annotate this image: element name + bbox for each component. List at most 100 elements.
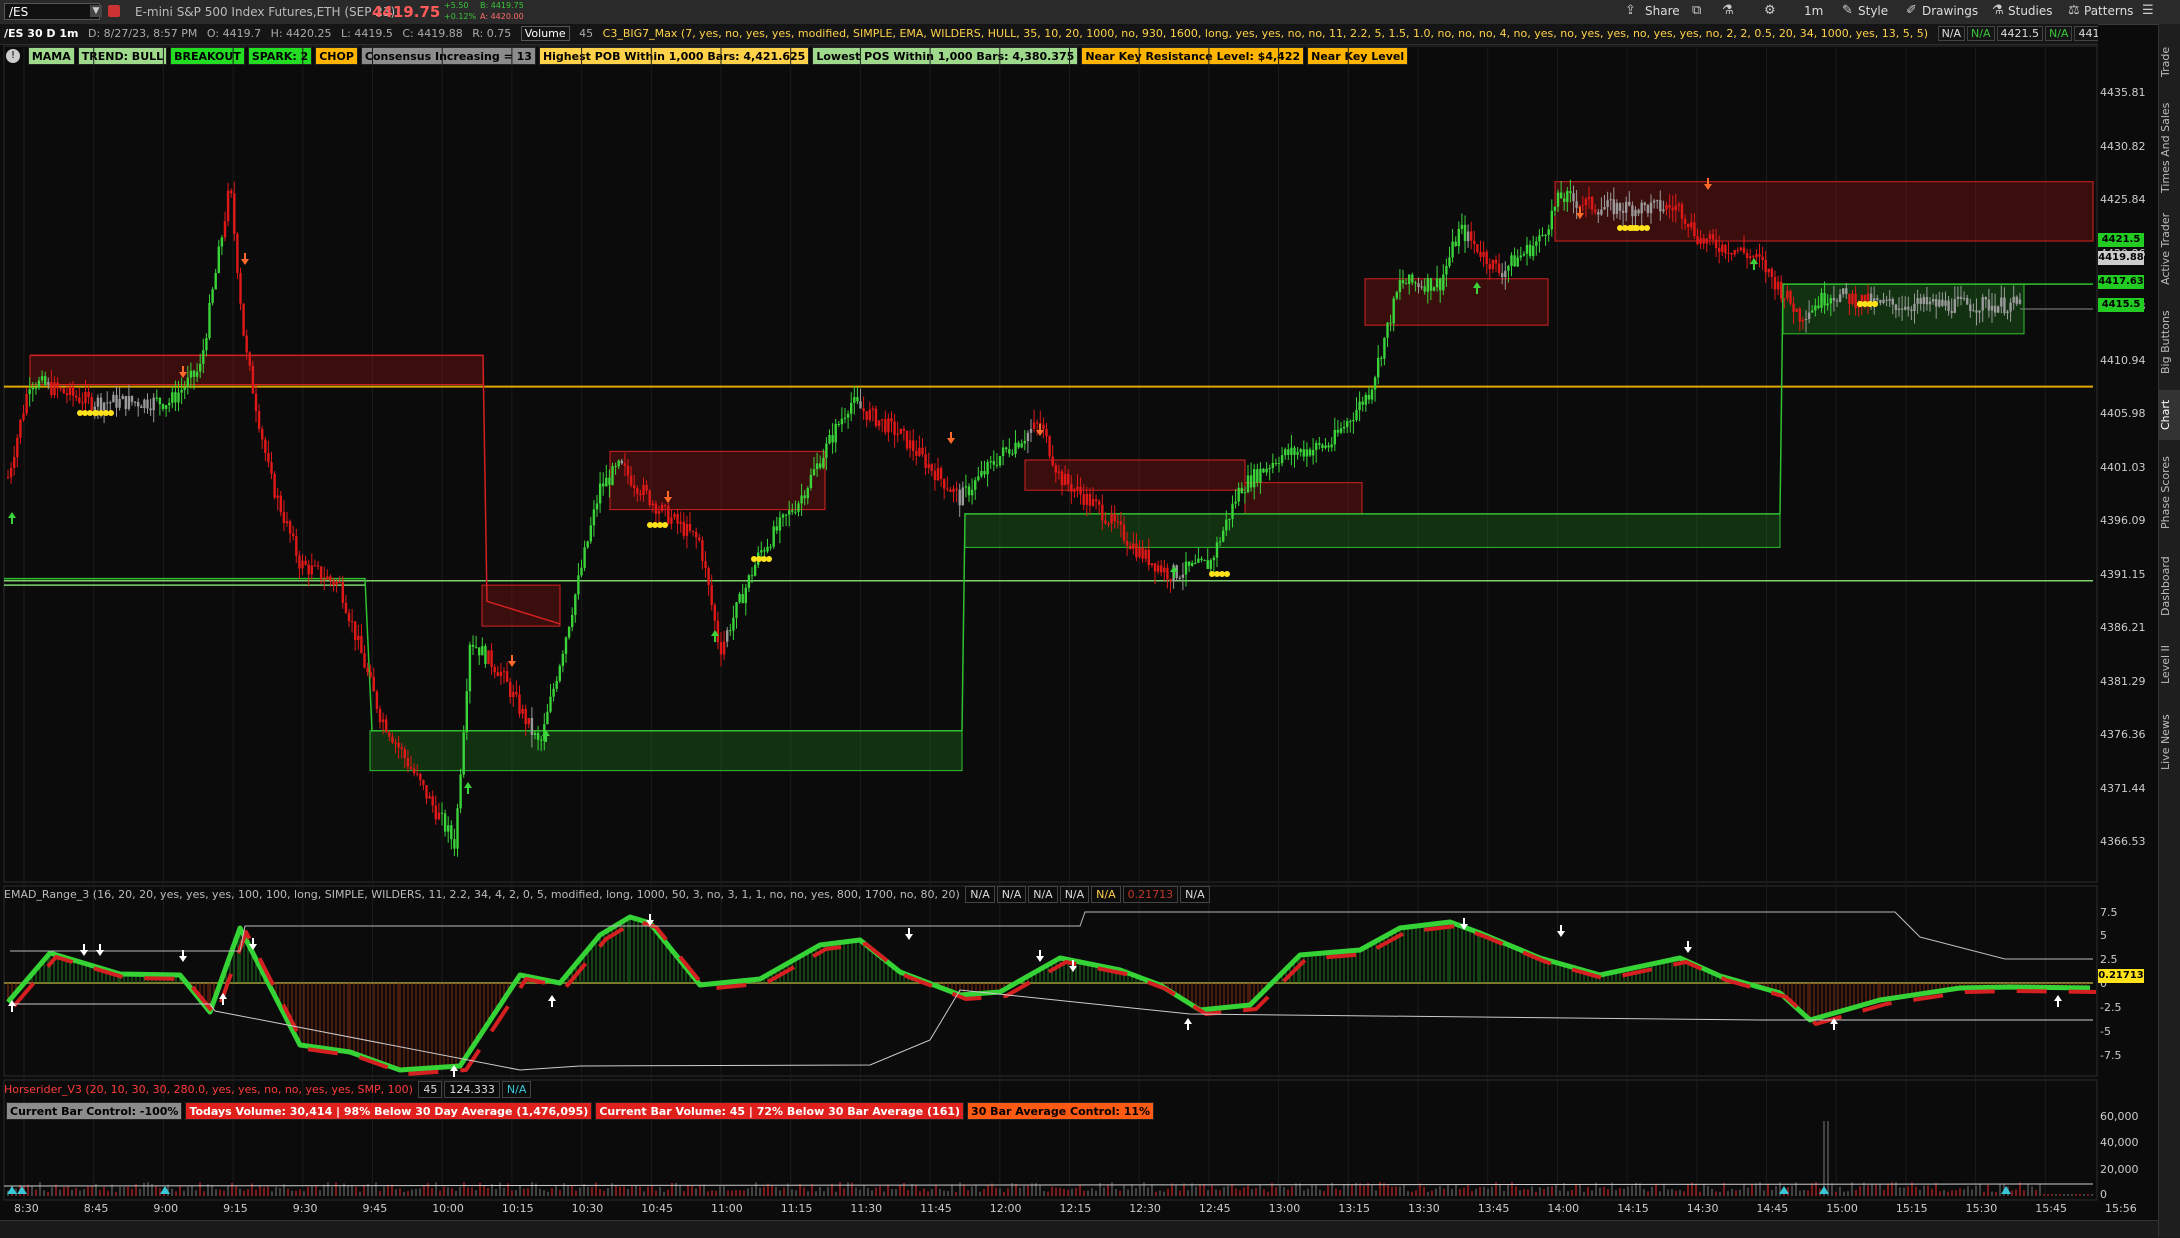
candle-body — [323, 579, 326, 581]
candle-body — [2006, 311, 2009, 314]
sidebar-tab[interactable]: Level II — [2159, 634, 2180, 694]
candle-body — [1609, 199, 1612, 201]
candle-body — [859, 401, 862, 409]
candle-body — [84, 392, 87, 403]
emad-value: 0.21713 — [1122, 886, 1179, 903]
candle-body — [59, 388, 62, 390]
candle-body — [1094, 499, 1098, 502]
horserider-title[interactable]: Horserider_V3 (20, 10, 30, 30, 280.0, ye… — [4, 1083, 413, 1096]
candle-body — [617, 460, 620, 467]
scroll-bar[interactable] — [0, 1220, 2180, 1238]
candle-body — [1125, 540, 1129, 546]
candle-body — [78, 397, 81, 403]
candle-body — [28, 389, 31, 395]
candle-body — [375, 691, 379, 709]
candle-body — [843, 417, 847, 419]
candle-body — [1807, 312, 1811, 320]
sidebar-tab[interactable]: Live News — [2159, 702, 2180, 782]
candle-body — [1975, 310, 1978, 313]
sidebar-tab[interactable]: Big Buttons — [2159, 302, 2180, 382]
down-arrow-icon — [905, 928, 913, 940]
candle-body — [1628, 201, 1631, 206]
time-tick: 15:56 — [2105, 1202, 2137, 1215]
candle-body — [285, 521, 289, 524]
sidebar-tab[interactable]: Phase Scores — [2159, 448, 2180, 538]
sidebar-tab[interactable]: Chart — [2159, 390, 2180, 440]
candle-body — [1789, 290, 1792, 304]
candle-body — [1714, 239, 1718, 249]
candle-body — [1984, 297, 1987, 300]
candle-body — [1318, 442, 1321, 445]
candle-body — [1463, 224, 1467, 242]
candle-body — [1277, 463, 1281, 465]
candle-body — [1969, 304, 1972, 311]
candle-body — [1913, 303, 1916, 311]
sidebar-tab[interactable]: Trade — [2159, 32, 2180, 92]
candle-body — [360, 635, 363, 654]
candle-body — [1191, 562, 1194, 566]
candle-body — [1532, 245, 1535, 257]
candle-body — [1652, 200, 1656, 203]
candle-body — [1346, 421, 1349, 427]
candle-body — [1445, 265, 1448, 275]
emad-tick: -2.5 — [2100, 1001, 2122, 1014]
candle-body — [1082, 494, 1085, 505]
candle-body — [896, 433, 899, 435]
sidebar-tab[interactable]: Active Trader — [2159, 204, 2180, 294]
up-arrow-icon — [548, 995, 556, 1007]
emad-panel — [4, 911, 2097, 1077]
candle-body — [1925, 296, 1929, 305]
candle-body — [1280, 455, 1284, 464]
candle-body — [809, 474, 813, 489]
candle-body — [871, 408, 875, 410]
zone-box — [964, 513, 1781, 548]
candle-body — [611, 466, 614, 485]
candle-body — [1249, 475, 1253, 488]
candle-body — [239, 273, 242, 304]
down-arrow-icon — [179, 950, 187, 962]
candle-body — [884, 419, 887, 433]
candle-body — [589, 525, 592, 542]
time-tick: 13:45 — [1477, 1202, 1510, 1215]
candle-body — [555, 680, 558, 689]
candle-body — [381, 719, 385, 723]
candle-body — [447, 825, 450, 832]
candle-body — [1076, 486, 1079, 490]
candle-body — [443, 813, 447, 832]
candle-body — [1200, 558, 1203, 561]
candle-body — [1811, 310, 1814, 313]
candle-body — [719, 642, 723, 655]
candle-body — [670, 517, 673, 524]
candle-body — [1051, 456, 1054, 466]
candle-body — [456, 808, 459, 849]
candle-body — [199, 363, 202, 372]
candle-body — [1311, 449, 1315, 456]
lower-band — [10, 989, 2093, 1071]
time-tick: 12:45 — [1198, 1202, 1231, 1215]
candle-body — [109, 402, 112, 404]
candle-body — [1501, 273, 1504, 278]
candle-body — [1240, 487, 1243, 494]
candle-body — [924, 454, 927, 468]
price-chart[interactable] — [0, 0, 2180, 1237]
candle-body — [865, 411, 868, 420]
candle-body — [1814, 305, 1817, 311]
candle-body — [1625, 201, 1628, 213]
candle-body — [1395, 292, 1398, 299]
candle-body — [1603, 207, 1606, 210]
candle-body — [1435, 278, 1439, 288]
sidebar-tab[interactable]: Dashboard — [2159, 546, 2180, 626]
candle-body — [874, 408, 878, 426]
candle-body — [995, 464, 999, 466]
candle-body — [412, 768, 416, 774]
candle-body — [183, 387, 186, 390]
emad-title[interactable]: EMAD_Range_3 (16, 20, 20, yes, yes, yes,… — [4, 888, 960, 901]
sidebar-tab[interactable]: Times And Sales — [2159, 100, 2180, 196]
candle-body — [1621, 210, 1625, 213]
candle-body — [152, 397, 155, 411]
candle-body — [1110, 513, 1113, 524]
candle-body — [1026, 432, 1030, 442]
horserider-labels: Current Bar Control: -100% Todays Volume:… — [6, 1102, 1157, 1120]
candle-body — [217, 246, 220, 273]
candle-body — [338, 582, 341, 584]
